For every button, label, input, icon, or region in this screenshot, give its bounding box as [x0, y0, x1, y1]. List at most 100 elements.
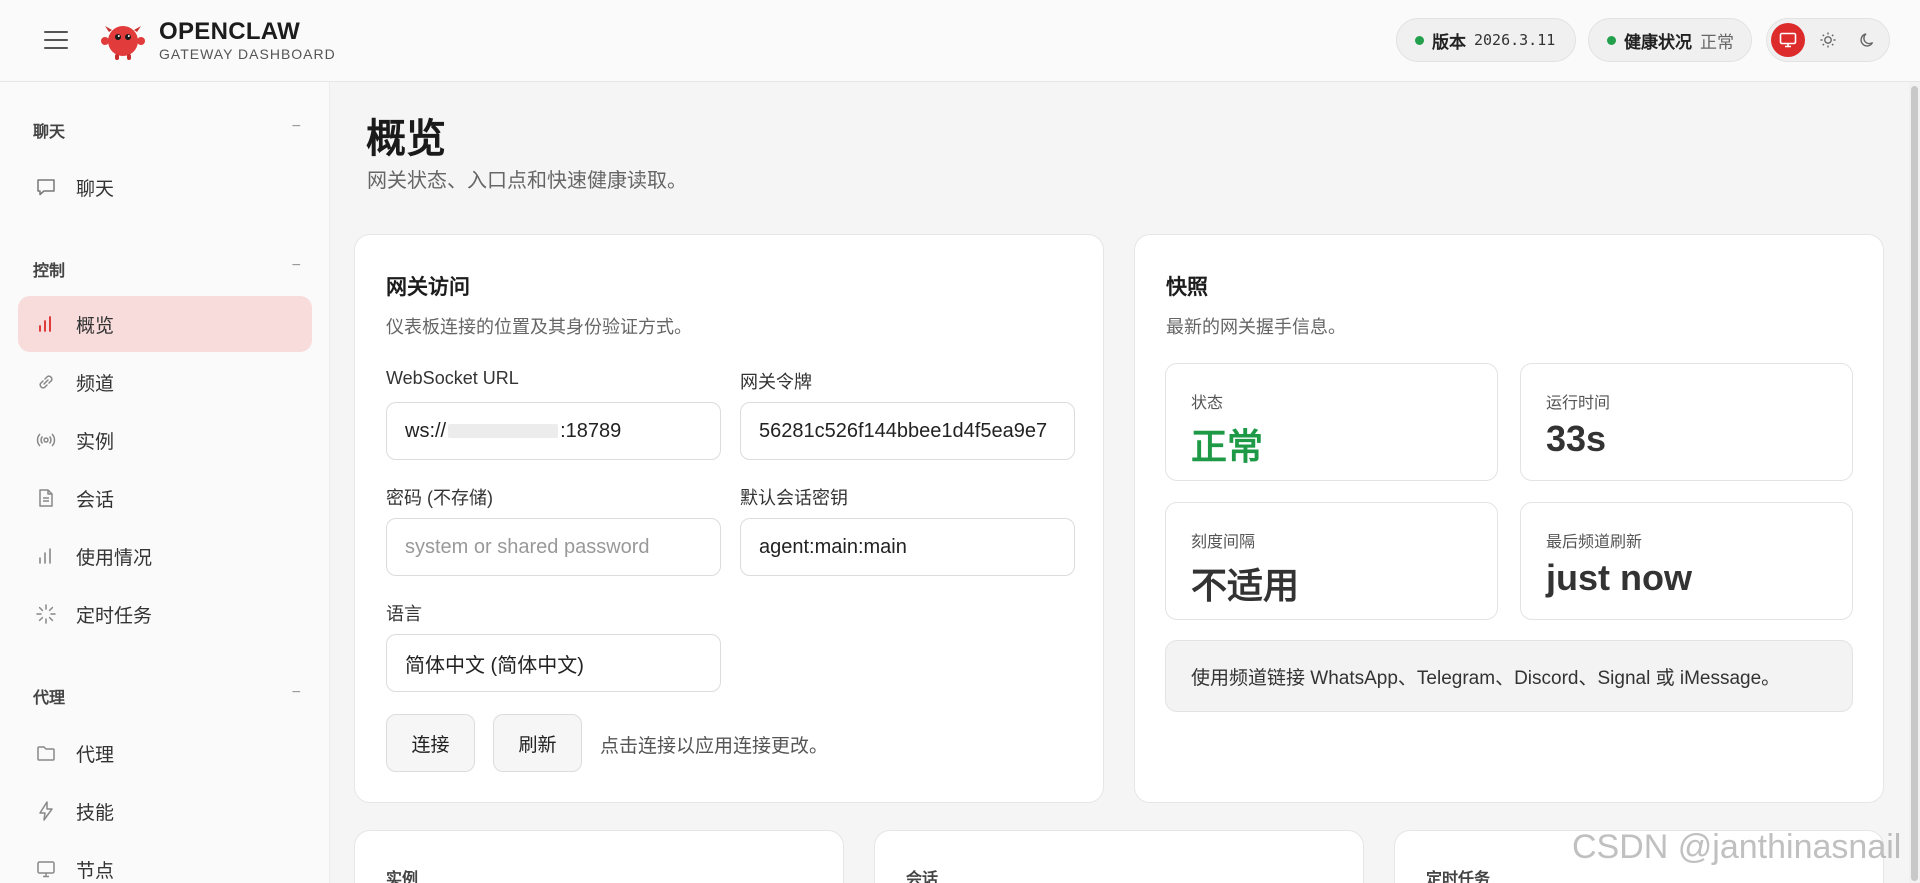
collapse-icon[interactable]: −	[292, 684, 301, 702]
version-label: 版本	[1432, 32, 1466, 52]
refresh-button[interactable]: 刷新	[493, 714, 582, 772]
connect-hint: 点击连接以应用连接更改。	[600, 736, 829, 757]
menu-icon[interactable]	[44, 29, 70, 51]
card-subtitle: 仪表板连接的位置及其身份验证方式。	[386, 317, 692, 337]
version-value: 2026.3.11	[1474, 31, 1556, 49]
sidebar-item-label: 概览	[76, 315, 115, 337]
card-title: 实例	[386, 871, 419, 883]
sidebar-item-label: 聊天	[76, 178, 115, 200]
sidebar-item-skills[interactable]: 技能	[18, 783, 312, 839]
ws-prefix: ws://	[405, 419, 447, 442]
instances-card: 实例	[354, 830, 844, 883]
stat-value: 不适用	[1191, 565, 1300, 606]
sidebar-item-label: 使用情况	[76, 547, 153, 569]
scrollbar-thumb[interactable]	[1911, 86, 1918, 881]
websocket-url-label: WebSocket URL	[386, 368, 519, 388]
stat-label: 刻度间隔	[1191, 534, 1256, 551]
monitor-icon	[34, 857, 58, 881]
theme-switcher	[1766, 18, 1890, 62]
sidebar-item-label: 技能	[76, 802, 115, 824]
sidebar-item-label: 代理	[76, 744, 115, 766]
chat-icon	[34, 175, 58, 199]
password-input[interactable]: system or shared password	[386, 518, 721, 576]
sidebar-item-agents[interactable]: 代理	[18, 725, 312, 781]
stat-label: 运行时间	[1546, 395, 1611, 412]
gateway-token-label: 网关令牌	[740, 372, 812, 392]
sun-icon	[1820, 32, 1836, 48]
sidebar-item-overview[interactable]: 概览	[18, 296, 312, 352]
collapse-icon[interactable]: −	[292, 257, 301, 275]
folder-icon	[34, 741, 58, 765]
language-select[interactable]: 简体中文 (简体中文)	[386, 634, 721, 692]
password-label: 密码 (不存储)	[386, 488, 493, 508]
link-icon	[34, 370, 58, 394]
watermark: CSDN @janthinasnail	[1572, 828, 1902, 866]
websocket-url-input[interactable]: ws:// :18789	[386, 402, 721, 460]
sessions-card: 会话	[874, 830, 1364, 883]
sidebar-group-label: 代理	[33, 690, 66, 707]
sidebar-group-label: 控制	[33, 263, 66, 280]
stat-label: 最后频道刷新	[1546, 534, 1643, 551]
sidebar-item-channels[interactable]: 频道	[18, 354, 312, 410]
health-label: 健康状况	[1624, 32, 1692, 52]
connect-button[interactable]: 连接	[386, 714, 475, 772]
default-session-key-label: 默认会话密钥	[740, 488, 848, 508]
stat-value: 33s	[1546, 418, 1607, 459]
default-session-key-input[interactable]: agent:main:main	[740, 518, 1075, 576]
sidebar-item-instances[interactable]: 实例	[18, 412, 312, 468]
sidebar-group-label: 聊天	[33, 124, 66, 141]
sidebar: 聊天 − 聊天 控制 − 概览 频道 实例 会话 使用情况 定时任务 代理 − …	[0, 82, 330, 883]
status-dot	[1415, 35, 1424, 45]
sidebar-item-label: 定时任务	[76, 605, 153, 627]
gateway-access-card: 网关访问 仪表板连接的位置及其身份验证方式。 WebSocket URL ws:…	[354, 234, 1104, 803]
sidebar-item-label: 频道	[76, 373, 115, 395]
sidebar-item-nodes[interactable]: 节点	[18, 841, 312, 883]
collapse-icon[interactable]: −	[292, 118, 301, 136]
main-scrollbar[interactable]	[1909, 82, 1920, 883]
stat-label: 状态	[1191, 395, 1224, 412]
health-value: 正常	[1700, 32, 1734, 52]
spinner-icon	[34, 602, 58, 626]
stat-tick-interval: 刻度间隔 不适用	[1165, 502, 1498, 620]
sidebar-item-usage[interactable]: 使用情况	[18, 528, 312, 584]
health-badge: 健康状况 正常	[1588, 18, 1752, 62]
sidebar-item-label: 实例	[76, 431, 115, 453]
openclaw-logo	[101, 26, 145, 60]
moon-icon	[1860, 33, 1874, 47]
theme-system-button[interactable]	[1771, 23, 1805, 57]
theme-dark-button[interactable]	[1851, 23, 1885, 57]
sidebar-item-chat[interactable]: 聊天	[18, 159, 312, 215]
card-title: 会话	[906, 871, 939, 883]
broadcast-icon	[34, 428, 58, 452]
document-icon	[34, 486, 58, 510]
monitor-icon	[1779, 32, 1797, 48]
redacted-host	[448, 424, 559, 438]
brand-title: OPENCLAW	[159, 18, 301, 45]
bar-chart-icon	[34, 544, 58, 568]
page-title: 概览	[366, 117, 446, 161]
language-label: 语言	[386, 604, 422, 624]
sidebar-item-label: 节点	[76, 860, 115, 882]
card-title: 快照	[1166, 276, 1208, 299]
stat-uptime: 运行时间 33s	[1520, 363, 1853, 481]
stat-status: 状态 正常	[1165, 363, 1498, 481]
card-title: 网关访问	[386, 276, 470, 299]
sidebar-group-agents: 代理 −	[33, 684, 301, 707]
version-badge: 版本 2026.3.11	[1396, 18, 1576, 62]
card-title: 定时任务	[1426, 871, 1491, 883]
sidebar-group-chat: 聊天 −	[33, 118, 301, 141]
sidebar-group-control: 控制 −	[33, 257, 301, 280]
gateway-token-input[interactable]: 56281c526f144bbee1d4f5ea9e7	[740, 402, 1075, 460]
stat-value: just now	[1546, 557, 1692, 598]
sidebar-item-sessions[interactable]: 会话	[18, 470, 312, 526]
stat-last-channel-refresh: 最后频道刷新 just now	[1520, 502, 1853, 620]
bar-chart-icon	[34, 312, 58, 336]
lightning-icon	[34, 799, 58, 823]
sidebar-item-cron[interactable]: 定时任务	[18, 586, 312, 642]
page-subtitle: 网关状态、入口点和快速健康读取。	[367, 170, 687, 192]
sidebar-item-label: 会话	[76, 489, 115, 511]
card-subtitle: 最新的网关握手信息。	[1166, 317, 1346, 337]
ws-suffix: :18789	[560, 419, 622, 442]
channels-callout: 使用频道链接 WhatsApp、Telegram、Discord、Signal …	[1165, 640, 1853, 712]
theme-light-button[interactable]	[1811, 23, 1845, 57]
